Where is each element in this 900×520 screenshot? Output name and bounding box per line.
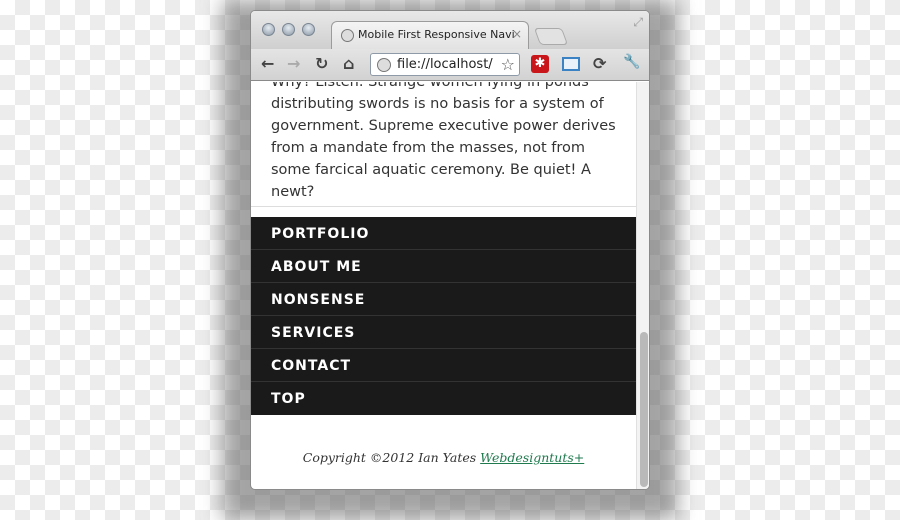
url-text: file://localhost/ — [397, 57, 493, 72]
minimize-window-button[interactable] — [282, 23, 295, 36]
globe-icon — [341, 29, 354, 42]
reload-button[interactable]: ↻ — [315, 54, 328, 73]
main-nav: PORTFOLIO ABOUT ME NONSENSE SERVICES CON… — [251, 217, 636, 415]
nav-item-top[interactable]: TOP — [251, 382, 636, 415]
sync-icon[interactable]: ⟳ — [593, 54, 606, 73]
scrollbar-thumb[interactable] — [640, 332, 648, 487]
close-tab-icon[interactable]: × — [512, 27, 522, 41]
divider — [251, 206, 636, 207]
tab-title: Mobile First Responsive Navi — [358, 28, 515, 41]
home-button[interactable]: ⌂ — [343, 54, 354, 73]
tab-active[interactable]: Mobile First Responsive Navi × — [331, 21, 529, 49]
nav-item-portfolio[interactable]: PORTFOLIO — [251, 217, 636, 250]
close-window-button[interactable] — [262, 23, 275, 36]
bookmark-star-icon[interactable]: ☆ — [500, 55, 515, 74]
page-content: Why? Listen. Strange women lying in pond… — [251, 82, 636, 489]
nav-item-nonsense[interactable]: NONSENSE — [251, 283, 636, 316]
footer: Copyright ©2012 Ian Yates Webdesigntuts+ — [251, 450, 636, 465]
nav-item-about-me[interactable]: ABOUT ME — [251, 250, 636, 283]
zoom-window-button[interactable] — [302, 23, 315, 36]
new-tab-button[interactable] — [533, 28, 569, 45]
nav-item-contact[interactable]: CONTACT — [251, 349, 636, 382]
forward-button[interactable]: → — [287, 54, 300, 73]
resize-window-icon[interactable] — [562, 57, 580, 71]
wrench-icon[interactable]: 🔧 — [623, 54, 640, 70]
extension-icon[interactable]: ✱ — [531, 55, 549, 73]
body-paragraph: Why? Listen. Strange women lying in pond… — [271, 82, 616, 200]
scrollbar[interactable] — [636, 82, 649, 489]
nav-item-services[interactable]: SERVICES — [251, 316, 636, 349]
address-bar[interactable]: file://localhost/ ☆ — [370, 53, 520, 76]
webdesigntuts-link[interactable]: Webdesigntuts+ — [480, 450, 584, 465]
globe-icon — [377, 58, 391, 72]
title-bar: Mobile First Responsive Navi × ⤢ — [251, 11, 649, 49]
copyright-text: Copyright ©2012 Ian Yates — [302, 450, 481, 465]
back-button[interactable]: ← — [261, 54, 274, 73]
toolbar: ← → ↻ ⌂ file://localhost/ ☆ ✱ ⟳ 🔧 — [251, 49, 649, 81]
fullscreen-icon[interactable]: ⤢ — [633, 15, 643, 30]
browser-window: Mobile First Responsive Navi × ⤢ ← → ↻ ⌂… — [250, 10, 650, 490]
